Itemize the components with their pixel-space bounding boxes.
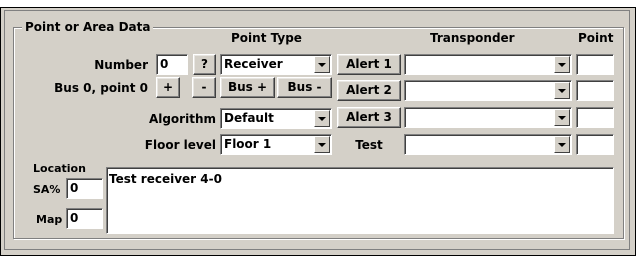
chevron-down-icon[interactable] (314, 110, 330, 127)
point-minus-button[interactable]: - (192, 77, 216, 98)
algorithm-select[interactable]: Default (220, 108, 332, 129)
test-transponder-select[interactable] (404, 134, 572, 155)
sa-percent-input[interactable]: 0 (66, 178, 103, 199)
groupbox-title: Point or Area Data (22, 19, 154, 35)
alert-3-transponder-select[interactable] (404, 107, 572, 128)
point-type-value: Receiver (224, 57, 283, 71)
floor-level-value: Floor 1 (224, 137, 272, 151)
algorithm-value: Default (224, 111, 274, 125)
chevron-down-icon[interactable] (554, 82, 570, 99)
sa-percent-label: SA% (33, 183, 61, 196)
number-help-button[interactable]: ? (193, 54, 216, 75)
test-label: Test (355, 138, 383, 152)
algorithm-label: Algorithm (148, 112, 216, 126)
chevron-down-icon[interactable] (554, 56, 570, 73)
map-input[interactable]: 0 (66, 208, 103, 229)
alert-1-transponder-select[interactable] (404, 54, 572, 75)
floor-level-select[interactable]: Floor 1 (220, 134, 332, 155)
test-point-input[interactable] (576, 134, 614, 155)
location-label: Location (33, 162, 86, 175)
alert-1-point-input[interactable] (576, 54, 614, 75)
alert-2-transponder-select[interactable] (404, 80, 572, 101)
alert-3-button[interactable]: Alert 3 (337, 107, 401, 128)
alert-3-point-input[interactable] (576, 107, 614, 128)
chevron-down-icon[interactable] (554, 109, 570, 126)
bus-point-label: Bus 0, point 0 (54, 81, 148, 95)
alert-2-button[interactable]: Alert 2 (337, 80, 401, 101)
number-label: Number (94, 58, 148, 72)
point-plus-button[interactable]: + (156, 77, 180, 98)
point-header: Point (578, 31, 614, 45)
top-strip (0, 0, 636, 7)
floor-level-label: Floor level (144, 138, 216, 152)
chevron-down-icon[interactable] (554, 136, 570, 153)
map-label: Map (36, 213, 63, 226)
bus-plus-button[interactable]: Bus + (220, 77, 275, 98)
top-border-line (0, 7, 636, 8)
chevron-down-icon[interactable] (314, 136, 330, 153)
transponder-header: Transponder (430, 31, 515, 45)
location-textarea[interactable]: Test receiver 4-0 (106, 167, 614, 234)
point-type-select[interactable]: Receiver (220, 54, 332, 75)
point-type-header: Point Type (231, 31, 302, 45)
alert-1-button[interactable]: Alert 1 (337, 54, 401, 75)
alert-2-point-input[interactable] (576, 80, 614, 101)
chevron-down-icon[interactable] (314, 56, 330, 73)
bus-minus-button[interactable]: Bus - (277, 77, 332, 98)
number-input[interactable]: 0 (156, 54, 188, 75)
